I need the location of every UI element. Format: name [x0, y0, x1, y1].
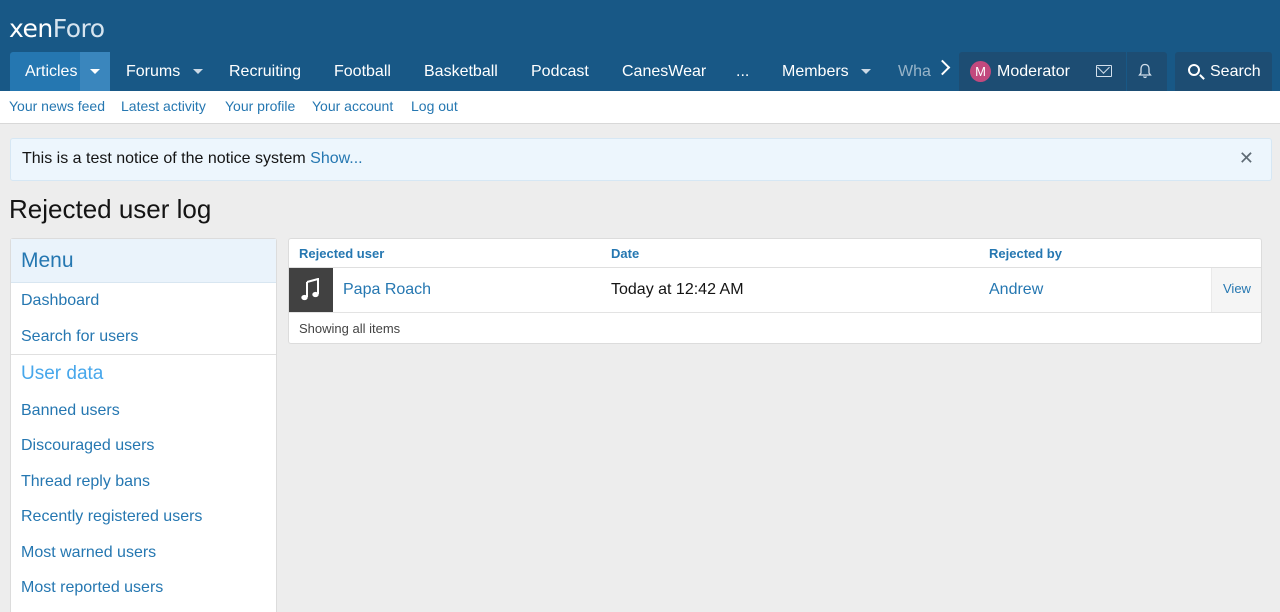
nav-tab-basketball[interactable]: Basketball [424, 52, 498, 91]
sidebar-item-most-warned[interactable]: Most warned users [21, 544, 156, 562]
nav-tab-forums[interactable]: Forums [126, 52, 203, 91]
notice-content: This is a test notice of the notice syst… [22, 139, 363, 179]
account-bar: M Moderator [959, 52, 1167, 91]
subnav-link-latest-activity[interactable]: Latest activity [121, 91, 206, 122]
nav-tab-label: ... [736, 63, 750, 80]
user-avatar[interactable] [289, 268, 333, 312]
close-icon[interactable]: ✕ [1239, 149, 1254, 167]
nav-tab-caneswear[interactable]: CanesWear [622, 52, 706, 91]
music-note-icon [301, 278, 319, 301]
nav-tab-label: Forums [126, 63, 181, 80]
table-footer-status: Showing all items [299, 321, 401, 336]
chevron-down-icon [90, 69, 100, 74]
table-row: Papa Roach Today at 12:42 AM Andrew View [289, 268, 1261, 313]
notice-show-link[interactable]: Show... [310, 150, 362, 167]
nav-tab-label: Podcast [531, 63, 589, 80]
divider [1126, 52, 1127, 91]
chevron-down-icon[interactable] [861, 69, 872, 75]
sidebar-menu: Menu Dashboard Search for users User dat… [10, 238, 277, 612]
rejected-username-link[interactable]: Papa Roach [343, 268, 431, 312]
nav-tab-label: Wha [898, 63, 931, 80]
nav-tab-more[interactable]: ... [736, 52, 749, 91]
site-header: xenForo Articles Forums Recruiting Footb… [0, 0, 1280, 91]
account-username[interactable]: Moderator [997, 52, 1070, 91]
search-label: Search [1210, 63, 1261, 80]
sidebar-item-thread-reply-bans[interactable]: Thread reply bans [21, 473, 150, 491]
sidebar-item-most-reported[interactable]: Most reported users [21, 579, 163, 597]
avatar[interactable]: M [970, 61, 991, 82]
column-header-rejected-user[interactable]: Rejected user [299, 239, 384, 268]
sidebar-header: Menu [11, 239, 276, 283]
sidebar-section-title: User data [21, 363, 104, 384]
table-header: Rejected user Date Rejected by [289, 239, 1261, 268]
page-title: Rejected user log [9, 194, 212, 224]
nav-tab-label: Articles [25, 63, 78, 80]
bell-icon[interactable] [1138, 63, 1152, 79]
nav-tab-label: Recruiting [229, 63, 302, 80]
chevron-down-icon[interactable] [192, 69, 203, 75]
nav-tab-label: CanesWear [622, 63, 707, 80]
sidebar-item-discouraged-users[interactable]: Discouraged users [21, 437, 154, 455]
nav-tab-label: Members [782, 63, 849, 80]
nav-tab-whats-new[interactable]: Wha [898, 52, 931, 91]
nav-tab-podcast[interactable]: Podcast [531, 52, 589, 91]
sidebar-item-search-users[interactable]: Search for users [21, 328, 138, 346]
logo-text-part2: Foro [52, 14, 105, 43]
logo-text-part1: xen [9, 14, 53, 43]
view-button[interactable]: View [1211, 268, 1261, 312]
sidebar-header-label: Menu [21, 249, 74, 272]
search-button[interactable]: Search [1175, 52, 1272, 91]
sub-nav: Your news feed Latest activity Your prof… [0, 91, 1280, 124]
envelope-icon[interactable] [1096, 65, 1112, 77]
search-icon [1188, 64, 1200, 76]
notice-text: This is a test notice of the notice syst… [22, 150, 306, 167]
sidebar-item-banned-users[interactable]: Banned users [21, 402, 120, 420]
rejected-by-link[interactable]: Andrew [989, 268, 1043, 312]
column-header-rejected-by[interactable]: Rejected by [989, 239, 1062, 268]
view-label: View [1223, 281, 1251, 296]
subnav-link-log-out[interactable]: Log out [411, 91, 458, 122]
site-logo[interactable]: xenForo [9, 14, 105, 43]
nav-tab-members[interactable]: Members [782, 52, 872, 91]
sidebar-item-dashboard[interactable]: Dashboard [21, 292, 99, 310]
chevron-right-icon[interactable] [934, 59, 951, 76]
nav-articles-dropdown-toggle[interactable] [80, 52, 110, 91]
column-header-date[interactable]: Date [611, 239, 639, 268]
divider [11, 354, 276, 355]
nav-tab-recruiting[interactable]: Recruiting [229, 52, 301, 91]
subnav-link-your-profile[interactable]: Your profile [225, 91, 295, 122]
rejected-date: Today at 12:42 AM [611, 281, 744, 298]
nav-tab-label: Basketball [424, 63, 498, 80]
subnav-link-your-account[interactable]: Your account [312, 91, 393, 122]
nav-tab-label: Football [334, 63, 391, 80]
subnav-link-news-feed[interactable]: Your news feed [9, 91, 105, 122]
sidebar-item-recently-registered[interactable]: Recently registered users [21, 508, 202, 526]
nav-tab-football[interactable]: Football [334, 52, 391, 91]
notice-banner: This is a test notice of the notice syst… [10, 138, 1272, 181]
rejected-users-table: Rejected user Date Rejected by Papa Roac… [288, 238, 1262, 344]
